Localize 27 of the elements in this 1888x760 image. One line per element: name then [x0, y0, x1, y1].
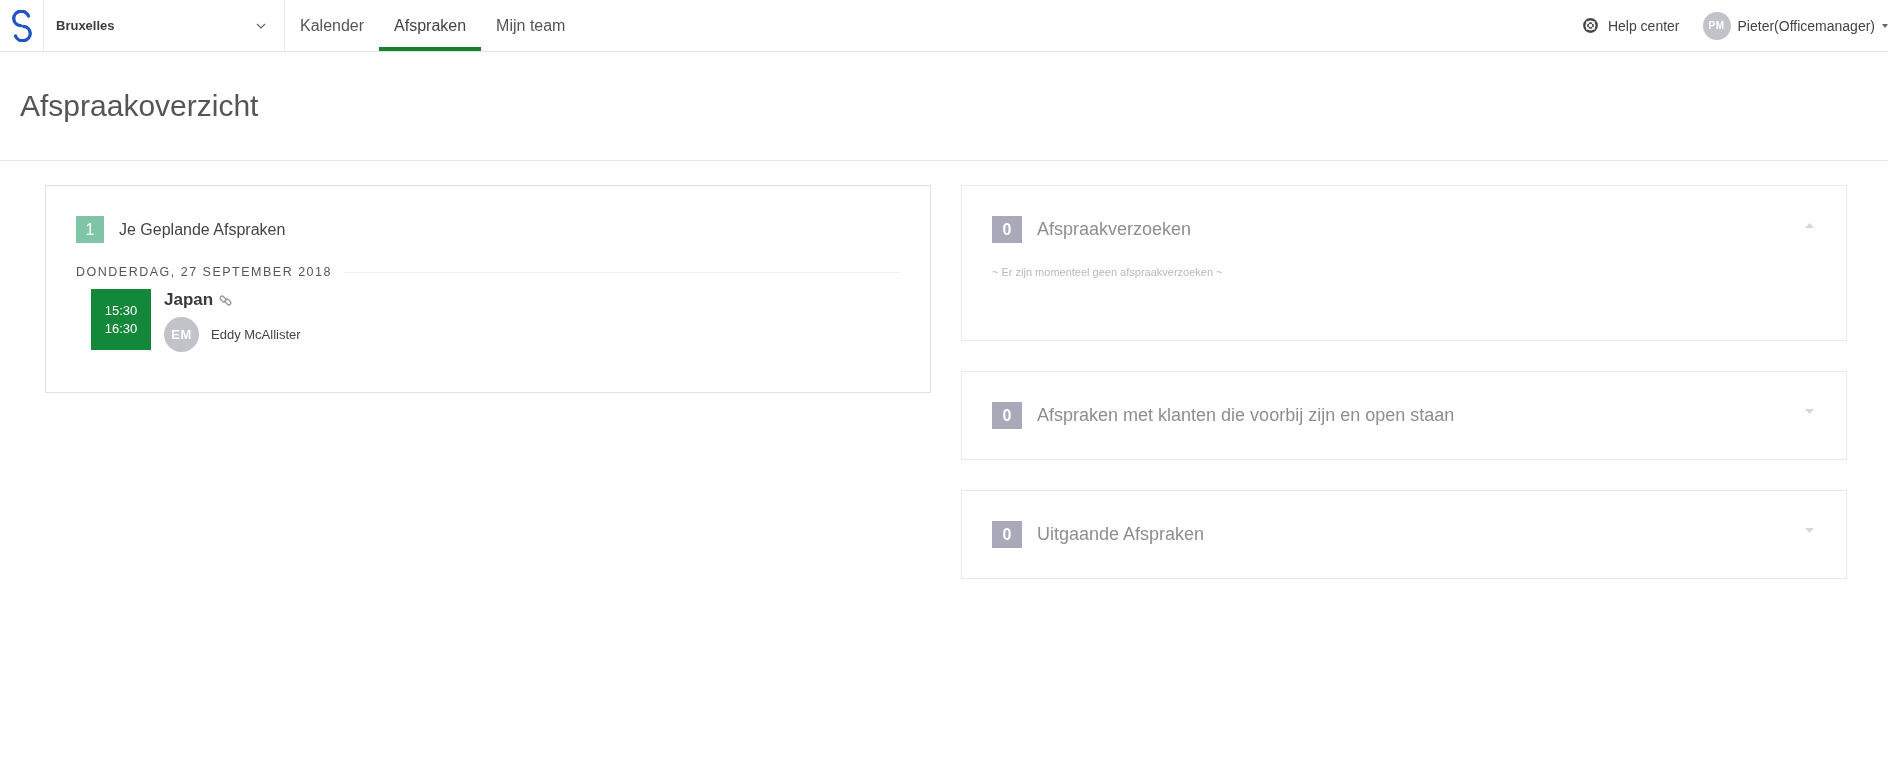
link-icon[interactable]: [219, 293, 233, 307]
attendee-avatar: EM: [164, 317, 199, 352]
logo-icon[interactable]: [9, 9, 34, 42]
chevron-down-icon: [256, 22, 266, 29]
page-title: Afspraakoverzicht: [20, 89, 259, 123]
count-badge: 0: [992, 521, 1022, 548]
date-heading: DONDERDAG, 27 SEPTEMBER 2018: [76, 265, 332, 279]
caret-down-icon[interactable]: [1805, 528, 1814, 533]
attendee-name: Eddy McAllister: [211, 327, 301, 342]
end-time: 16:30: [104, 319, 138, 338]
caret-up-icon[interactable]: [1805, 223, 1814, 228]
help-center-link[interactable]: Help center: [1582, 17, 1680, 34]
caret-down-icon[interactable]: [1805, 409, 1814, 414]
caret-down-icon: [1882, 23, 1888, 28]
user-menu-button[interactable]: Pieter(Officemanager): [1737, 17, 1888, 34]
nav-tab[interactable]: Kalender: [285, 0, 380, 51]
appointment-title[interactable]: Japan: [164, 290, 214, 310]
start-time: 15:30: [104, 301, 138, 320]
count-badge: 1: [76, 216, 104, 243]
card-title: Je Geplande Afspraken: [119, 220, 286, 239]
user-avatar: PM: [1702, 11, 1731, 40]
lifebuoy-icon: [1582, 18, 1598, 33]
count-badge: 0: [992, 402, 1022, 429]
nav-tab[interactable]: Afspraken: [379, 0, 482, 51]
nav-tab[interactable]: Mijn team: [481, 0, 581, 51]
count-badge: 0: [992, 216, 1022, 243]
empty-message: ~ Er zijn momenteel geen afspraakverzoeken ~: [992, 266, 1223, 278]
